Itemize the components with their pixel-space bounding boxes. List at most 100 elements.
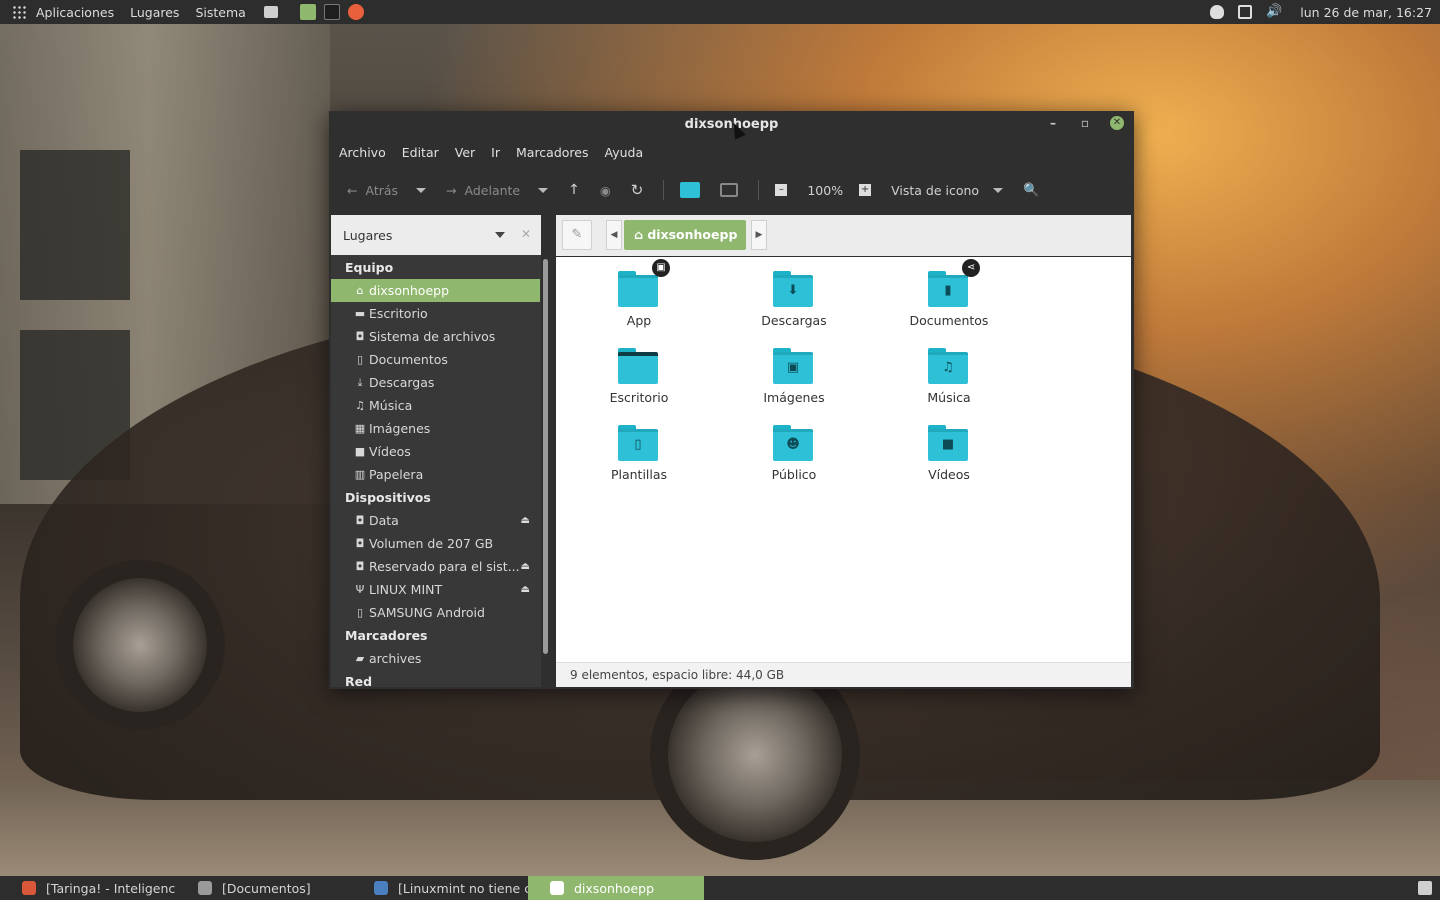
- file-item[interactable]: ⬇ Descargas: [734, 271, 854, 328]
- folder-glyph-icon: ▮: [944, 283, 952, 298]
- sidebar-item[interactable]: Ψ LINUX MINT ⏏: [331, 578, 540, 601]
- apps-grid-icon[interactable]: [12, 5, 26, 19]
- menu-edit[interactable]: Editar: [402, 145, 439, 160]
- sidebar-item[interactable]: ⤓ Descargas: [331, 371, 540, 394]
- volume-icon[interactable]: 🔊: [1266, 5, 1282, 19]
- shield-icon[interactable]: [1210, 5, 1225, 19]
- sidebar-item[interactable]: ♫ Música: [331, 394, 540, 417]
- chevron-down-icon[interactable]: [538, 187, 549, 193]
- sidebar-item[interactable]: ▰ archives: [331, 647, 540, 670]
- file-item[interactable]: ■ Vídeos: [889, 425, 1009, 482]
- app-icon: [550, 881, 564, 895]
- edit-path-button[interactable]: ✎: [562, 220, 592, 250]
- sidebar-item-label: Vídeos: [369, 444, 411, 459]
- terminal-launcher-icon[interactable]: [323, 4, 340, 20]
- folder-icon: ■: [928, 425, 970, 461]
- clock[interactable]: lun 26 de mar, 16:27: [1294, 5, 1432, 20]
- sidebar-item[interactable]: ◘ Sistema de archivos: [331, 325, 540, 348]
- video-icon: ■: [354, 445, 366, 458]
- menu-file[interactable]: Archivo: [339, 145, 386, 160]
- sidebar-item[interactable]: ▯ SAMSUNG Android: [331, 601, 540, 624]
- chevron-down-icon: [993, 187, 1004, 193]
- chevron-down-icon[interactable]: [416, 187, 427, 193]
- chevron-down-icon[interactable]: [495, 232, 505, 238]
- file-item[interactable]: ♫ Música: [889, 348, 1009, 405]
- menu-view[interactable]: Ver: [455, 145, 475, 160]
- lock-emblem-icon: ▣: [652, 259, 670, 277]
- close-sidebar-icon[interactable]: ✕: [521, 227, 531, 241]
- maximize-button[interactable]: ▫: [1078, 116, 1092, 130]
- sidebar-item[interactable]: ◘ Volumen de 207 GB: [331, 532, 540, 555]
- menu-system[interactable]: Sistema: [187, 5, 253, 20]
- sidebar-item[interactable]: ▥ Papelera: [331, 463, 540, 486]
- file-item[interactable]: ▣ App: [579, 259, 699, 328]
- close-button[interactable]: ✕: [1110, 116, 1124, 130]
- network-icon[interactable]: [1238, 5, 1253, 19]
- folder-glyph-icon: ■: [941, 437, 955, 452]
- folder-icon: [618, 348, 660, 384]
- computer-button[interactable]: [720, 183, 739, 197]
- file-item[interactable]: ☻ Público: [734, 425, 854, 482]
- drive-icon: ◘: [355, 537, 365, 550]
- menu-places[interactable]: Lugares: [122, 5, 187, 20]
- pencil-icon: ✎: [571, 227, 583, 242]
- file-manager-window: dixsonhoepp – ▫ ✕ Archivo Editar Ver Ir …: [329, 111, 1134, 689]
- sidebar-item-label: archives: [369, 651, 422, 666]
- drive-icon: ◘: [355, 514, 365, 527]
- taskbar-item[interactable]: [Documentos]: [176, 876, 352, 900]
- file-item[interactable]: ▮ ⋖ Documentos: [889, 259, 1009, 328]
- file-item[interactable]: ▣ Imágenes: [734, 348, 854, 405]
- sidebar-scrollbar[interactable]: [543, 259, 548, 654]
- zoom-in-button[interactable]: +: [859, 184, 872, 196]
- minimize-button[interactable]: –: [1046, 116, 1060, 130]
- taskbar-item-label: dixsonhoepp: [574, 880, 655, 896]
- search-icon: 🔍: [1023, 182, 1040, 198]
- menu-applications[interactable]: Aplicaciones: [28, 5, 122, 20]
- sidebar-item[interactable]: ◘ Reservado para el sist... ⏏: [331, 555, 540, 578]
- folder-glyph-icon: ♫: [942, 360, 954, 375]
- back-button[interactable]: ← Atrás: [347, 183, 427, 198]
- firefox-launcher-icon[interactable]: [347, 4, 364, 20]
- file-item[interactable]: ▯ Plantillas: [579, 425, 699, 482]
- folder-glyph-icon: ▣: [786, 360, 800, 375]
- taskbar-item[interactable]: dixsonhoepp: [528, 876, 704, 900]
- file-name: App: [626, 313, 652, 328]
- eject-icon[interactable]: ⏏: [521, 555, 530, 578]
- search-button[interactable]: 🔍: [1023, 183, 1039, 198]
- sidebar-item[interactable]: ◘ Data ⏏: [331, 509, 540, 532]
- file-manager-launcher-icon[interactable]: [299, 4, 316, 20]
- show-desktop-icon[interactable]: [263, 6, 278, 18]
- home-button[interactable]: [680, 182, 701, 198]
- crumb-left-button[interactable]: ◀: [606, 220, 622, 250]
- folder-icon: ♫: [928, 348, 970, 384]
- folder-glyph-icon: ⬇: [787, 283, 799, 298]
- sidebar-item-label: Sistema de archivos: [369, 329, 496, 344]
- up-button[interactable]: ↑: [568, 182, 580, 198]
- eject-icon[interactable]: ⏏: [521, 578, 530, 601]
- sidebar-item[interactable]: ▯ Documentos: [331, 348, 540, 371]
- sidebar-item[interactable]: ▬ Escritorio: [331, 302, 540, 325]
- top-panel: Aplicaciones Lugares Sistema 🔊 lun 26 de…: [0, 0, 1440, 24]
- taskbar-item[interactable]: [Taringa! - Inteligenc...: [0, 876, 176, 900]
- menu-go[interactable]: Ir: [491, 145, 500, 160]
- menu-help[interactable]: Ayuda: [605, 145, 644, 160]
- crumb-home[interactable]: ⌂ dixsonhoepp: [624, 220, 746, 250]
- zoom-out-button[interactable]: –: [775, 184, 788, 196]
- sidebar-item[interactable]: ⌂ dixsonhoepp: [331, 279, 540, 302]
- share-emblem-icon: ⋖: [962, 259, 980, 277]
- sidebar-item[interactable]: ▦ Imágenes: [331, 417, 540, 440]
- places-selector[interactable]: Lugares ✕: [331, 215, 541, 255]
- sidebar-item[interactable]: ■ Vídeos: [331, 440, 540, 463]
- eject-icon[interactable]: ⏏: [521, 509, 530, 532]
- trash-icon[interactable]: [1418, 881, 1432, 895]
- file-item[interactable]: Escritorio: [579, 348, 699, 405]
- icon-view[interactable]: ▣ App ⬇ Descargas ▮ ⋖ Documentos Escritorio ▣ Imá…: [556, 257, 1131, 662]
- menu-bookmarks[interactable]: Marcadores: [516, 145, 589, 160]
- stop-button[interactable]: ◉: [600, 183, 611, 198]
- sidebar-section-title: Equipo: [345, 260, 394, 275]
- taskbar-item[interactable]: [Linuxmint no tiene c...: [352, 876, 528, 900]
- reload-button[interactable]: ↻: [631, 181, 644, 199]
- view-mode-select[interactable]: Vista de icono: [891, 183, 1004, 198]
- forward-button[interactable]: → Adelante: [446, 183, 549, 198]
- crumb-right-button[interactable]: ▶: [751, 220, 767, 250]
